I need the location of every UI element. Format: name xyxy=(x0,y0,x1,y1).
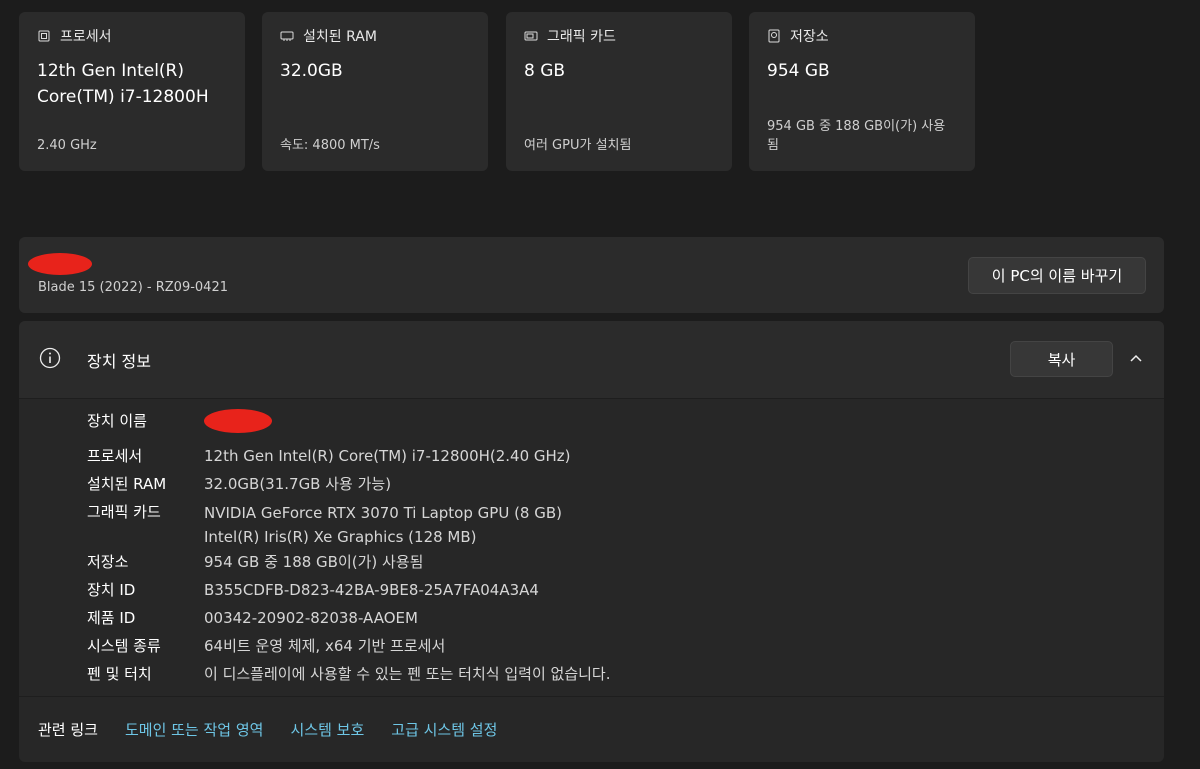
link-domain-workgroup[interactable]: 도메인 또는 작업 영역 xyxy=(125,719,264,740)
card-title: 설치된 RAM xyxy=(303,29,377,45)
chevron-up-icon[interactable] xyxy=(1128,350,1144,366)
card-subtext: 954 GB 중 188 GB이(가) 사용 됨 xyxy=(767,119,946,153)
spec-row-product-id: 제품 ID 00342-20902-82038-AAOEM xyxy=(87,609,418,627)
card-title: 저장소 xyxy=(790,29,829,45)
redaction-mark xyxy=(204,409,272,433)
spec-row-device-id: 장치 ID B355CDFB-D823-42BA-9BE8-25A7FA04A3… xyxy=(87,581,539,599)
graphics-card-icon xyxy=(524,31,538,41)
card-title: 프로세서 xyxy=(60,29,112,45)
graphics-card: 그래픽 카드 8 GB 여러 GPU가 설치됨 xyxy=(506,12,732,171)
related-links-label: 관련 링크 xyxy=(38,721,98,739)
storage-icon xyxy=(768,29,780,43)
card-value: 8 GB xyxy=(524,61,566,81)
spec-list: 장치 이름 프로세서 12th Gen Intel(R) Core(TM) i7… xyxy=(87,407,610,688)
spec-row-ram: 설치된 RAM 32.0GB(31.7GB 사용 가능) xyxy=(87,475,392,493)
card-subtext: 여러 GPU가 설치됨 xyxy=(524,138,632,153)
processor-icon xyxy=(38,30,50,42)
device-specifications-panel: 장치 정보 복사 장치 이름 프로세서 12th Gen Intel(R) Co… xyxy=(19,321,1164,762)
spec-row-storage: 저장소 954 GB 중 188 GB이(가) 사용됨 xyxy=(87,553,424,571)
redaction-mark xyxy=(28,253,92,275)
device-model: Blade 15 (2022) - RZ09-0421 xyxy=(38,280,228,295)
card-title: 그래픽 카드 xyxy=(547,29,616,45)
device-name-bar: Blade 15 (2022) - RZ09-0421 이 PC의 이름 바꾸기 xyxy=(19,237,1164,313)
related-links: 관련 링크 도메인 또는 작업 영역 시스템 보호 고급 시스템 설정 xyxy=(19,696,1164,762)
spec-row-processor: 프로세서 12th Gen Intel(R) Core(TM) i7-12800… xyxy=(87,447,571,465)
processor-card: 프로세서 12th Gen Intel(R) Core(TM) i7-12800… xyxy=(19,12,245,171)
spec-row-graphics: 그래픽 카드 NVIDIA GeForce RTX 3070 Ti Laptop… xyxy=(87,503,562,546)
device-specifications-header[interactable]: 장치 정보 복사 xyxy=(19,321,1164,399)
card-subtext: 2.40 GHz xyxy=(37,138,97,153)
section-title: 장치 정보 xyxy=(87,352,151,371)
copy-button[interactable]: 복사 xyxy=(1010,341,1113,377)
storage-card: 저장소 954 GB 954 GB 중 188 GB이(가) 사용 됨 xyxy=(749,12,975,171)
rename-pc-button[interactable]: 이 PC의 이름 바꾸기 xyxy=(968,257,1146,294)
spec-row-system-type: 시스템 종류 64비트 운영 체제, x64 기반 프로세서 xyxy=(87,637,446,655)
link-advanced-system-settings[interactable]: 고급 시스템 설정 xyxy=(391,719,497,740)
ram-icon xyxy=(280,31,294,41)
link-system-protection[interactable]: 시스템 보호 xyxy=(290,719,364,740)
info-icon xyxy=(39,347,61,369)
card-value: 32.0GB xyxy=(280,61,343,81)
spec-row-device-name: 장치 이름 xyxy=(87,407,610,442)
card-value: 12th Gen Intel(R) Core(TM) i7-12800H xyxy=(37,61,209,107)
card-value: 954 GB xyxy=(767,61,830,81)
spec-row-pen-touch: 펜 및 터치 이 디스플레이에 사용할 수 있는 펜 또는 터치식 입력이 없습… xyxy=(87,665,611,683)
card-subtext: 속도: 4800 MT/s xyxy=(280,138,380,153)
ram-card: 설치된 RAM 32.0GB 속도: 4800 MT/s xyxy=(262,12,488,171)
